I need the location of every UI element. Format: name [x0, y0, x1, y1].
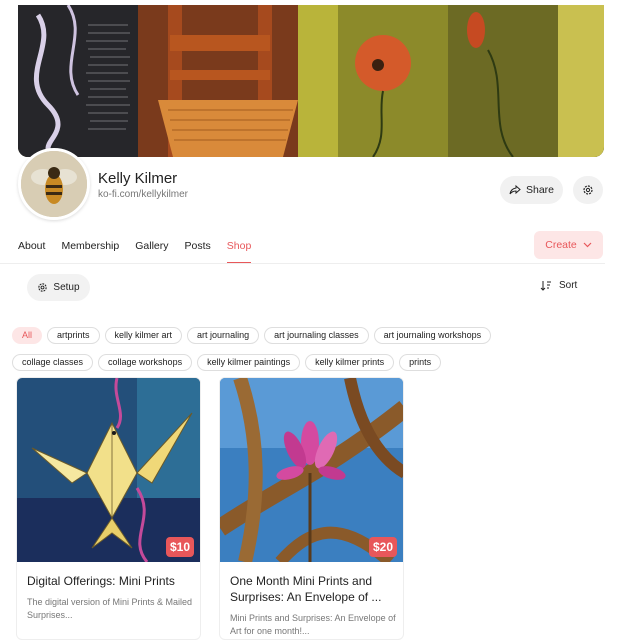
- tab-membership[interactable]: Membership: [61, 233, 119, 264]
- profile-tabs: About Membership Gallery Posts Shop: [18, 233, 267, 264]
- origami-crane-artwork: [17, 378, 200, 562]
- filter-chips-row-2: collage classes collage workshops kelly …: [12, 354, 442, 371]
- filter-chip[interactable]: art journaling classes: [264, 327, 369, 344]
- tab-posts[interactable]: Posts: [185, 233, 211, 264]
- tabs-divider: [0, 263, 605, 264]
- product-card[interactable]: $10 Digital Offerings: Mini Prints The d…: [16, 377, 201, 640]
- product-thumbnail[interactable]: [17, 378, 200, 562]
- avatar[interactable]: [18, 148, 90, 220]
- bee-artwork-avatar: [21, 151, 87, 217]
- sort-label: Sort: [559, 280, 578, 291]
- tab-gallery[interactable]: Gallery: [135, 233, 168, 264]
- share-icon: [509, 184, 521, 195]
- filter-chips-row-1: All artprints kelly kilmer art art journ…: [12, 327, 492, 344]
- gear-icon: [583, 185, 593, 195]
- product-price-badge: $20: [368, 537, 397, 557]
- setup-label: Setup: [53, 282, 80, 293]
- sort-icon: [540, 281, 551, 291]
- settings-button[interactable]: [573, 176, 603, 204]
- filter-chip[interactable]: prints: [399, 354, 442, 371]
- tab-shop[interactable]: Shop: [226, 233, 251, 264]
- filter-chip[interactable]: artprints: [47, 327, 100, 344]
- tab-about[interactable]: About: [18, 233, 45, 264]
- filter-chip[interactable]: collage classes: [12, 354, 94, 371]
- profile-name: Kelly Kilmer: [98, 170, 178, 187]
- setup-button[interactable]: Setup: [27, 274, 90, 301]
- chevron-down-icon: [583, 242, 592, 248]
- product-card[interactable]: $20 One Month Mini Prints and Surprises:…: [219, 377, 404, 640]
- filter-chip[interactable]: art journaling workshops: [373, 327, 492, 344]
- product-title[interactable]: Digital Offerings: Mini Prints: [27, 573, 195, 589]
- create-button[interactable]: Create: [534, 231, 603, 259]
- sort-button[interactable]: Sort: [540, 280, 577, 291]
- profile-banner: [18, 5, 604, 157]
- share-label: Share: [525, 184, 555, 196]
- product-description: The digital version of Mini Prints & Mai…: [27, 597, 193, 620]
- gear-icon: [38, 283, 48, 292]
- magnolia-artwork: [220, 378, 403, 562]
- filter-chip[interactable]: kelly kilmer paintings: [197, 354, 301, 371]
- profile-url[interactable]: ko-fi.com/kellykilmer: [98, 189, 188, 200]
- filter-chip[interactable]: kelly kilmer art: [104, 327, 183, 344]
- create-label: Create: [545, 239, 577, 251]
- filter-chip[interactable]: kelly kilmer prints: [305, 354, 395, 371]
- banner-artwork: [18, 5, 604, 157]
- filter-chip-all[interactable]: All: [12, 327, 43, 344]
- filter-chip[interactable]: collage workshops: [98, 354, 193, 371]
- filter-chip[interactable]: art journaling: [187, 327, 260, 344]
- product-title[interactable]: One Month Mini Prints and Surprises: An …: [230, 573, 398, 605]
- product-thumbnail[interactable]: [220, 378, 403, 562]
- share-button[interactable]: Share: [500, 176, 563, 204]
- product-description: Mini Prints and Surprises: An Envelope o…: [230, 613, 396, 636]
- product-price-badge: $10: [165, 537, 194, 557]
